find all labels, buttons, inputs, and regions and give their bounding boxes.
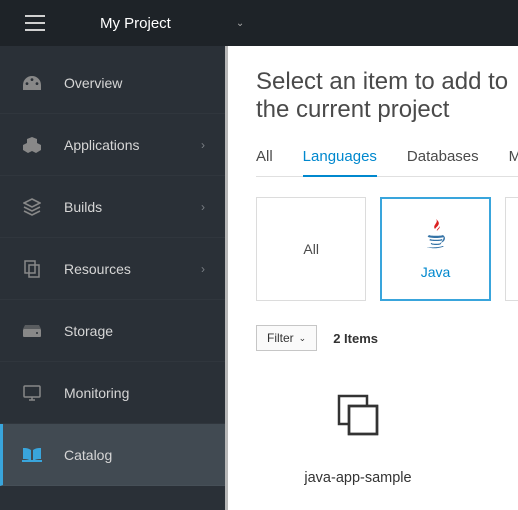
filter-button[interactable]: Filter ⌄ [256,325,317,351]
java-icon [423,219,449,254]
sidebar-item-label: Storage [64,323,113,339]
chevron-down-icon: ⌄ [299,333,307,344]
page-title: Select an item to add to the current pro… [256,68,518,124]
sidebar-item-storage[interactable]: Storage [0,300,225,362]
sidebar-item-applications[interactable]: Applications › [0,114,225,176]
hdd-icon [22,325,42,337]
project-name: My Project [100,15,171,32]
project-dropdown[interactable]: My Project ⌄ [70,15,244,32]
sidebar-item-resources[interactable]: Resources › [0,238,225,300]
layers-icon [22,198,42,216]
content-area: Select an item to add to the current pro… [225,46,518,510]
category-card-partial[interactable] [505,197,518,301]
tab-middleware[interactable]: Middleware [509,148,518,176]
catalog-item-name: java-app-sample [304,470,411,486]
desktop-icon [22,385,42,401]
cubes-icon [22,137,42,153]
catalog-item[interactable]: java-app-sample [256,389,460,486]
tab-databases[interactable]: Databases [407,148,479,176]
tab-languages[interactable]: Languages [303,148,377,177]
category-card-java[interactable]: Java [380,197,490,301]
items-count: 2 Items [333,331,378,346]
book-icon [22,447,42,462]
tabs: All Languages Databases Middleware [256,148,518,177]
sidebar-item-label: Monitoring [64,385,129,401]
chevron-down-icon: ⌄ [236,18,244,29]
sidebar: Overview Applications › Builds › Resourc… [0,46,225,510]
sidebar-item-catalog[interactable]: Catalog [0,424,225,486]
category-cards: All Java [256,197,518,301]
chevron-right-icon: › [201,200,205,214]
sidebar-item-label: Resources [64,261,131,277]
category-card-all[interactable]: All [256,197,366,301]
sidebar-item-label: Applications [64,137,140,153]
category-card-label: All [303,241,319,257]
sidebar-item-monitoring[interactable]: Monitoring [0,362,225,424]
chevron-right-icon: › [201,138,205,152]
copy-icon [22,260,42,278]
filter-label: Filter [267,331,294,345]
hamburger-icon [25,15,45,31]
hamburger-menu[interactable] [0,0,70,46]
tab-all[interactable]: All [256,148,273,176]
category-card-label: Java [421,264,451,280]
chevron-right-icon: › [201,262,205,276]
sidebar-item-label: Catalog [64,447,112,463]
sidebar-item-label: Overview [64,75,122,91]
dashboard-icon [22,76,42,90]
sidebar-item-overview[interactable]: Overview [0,52,225,114]
template-icon [332,389,384,446]
sidebar-item-label: Builds [64,199,102,215]
sidebar-item-builds[interactable]: Builds › [0,176,225,238]
